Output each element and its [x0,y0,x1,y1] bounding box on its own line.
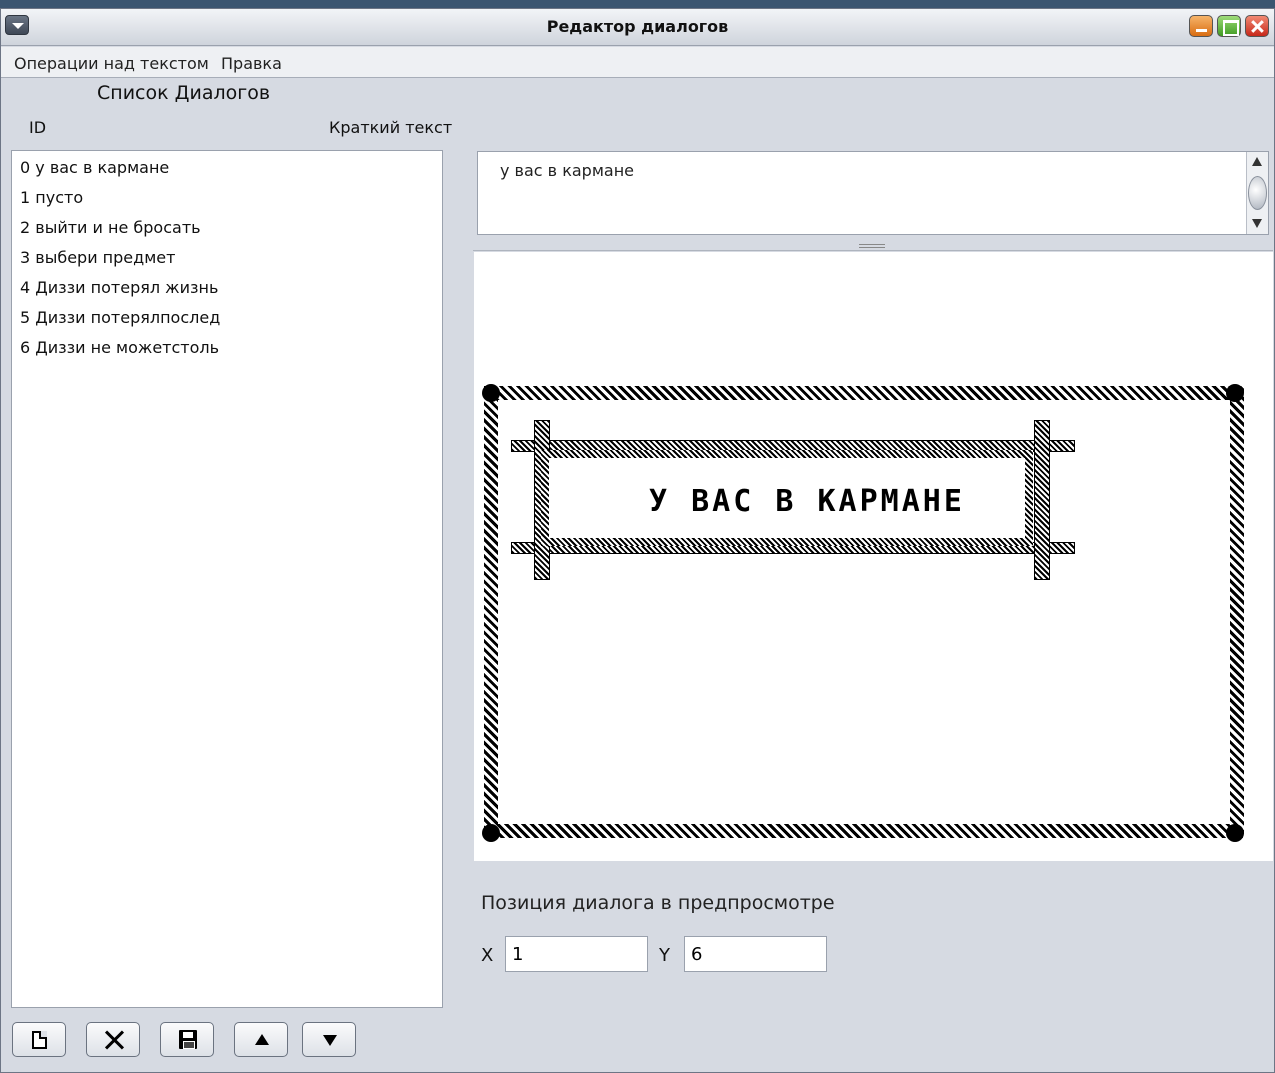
split-pane-divider[interactable] [473,241,1273,251]
frame-corner-icon [482,824,500,842]
new-document-icon [32,1031,47,1049]
move-down-button[interactable] [302,1022,356,1057]
frame-corner-icon [1226,824,1244,842]
dialog-list[interactable]: 0 у вас в кармане 1 пусто 2 выйти и не б… [11,150,443,1008]
menu-edit[interactable]: Правка [221,54,282,73]
y-position-input[interactable] [684,936,827,972]
splitter-grip-icon[interactable] [859,244,885,248]
frame-corner-icon [1226,384,1244,402]
dialog-text-value: у вас в кармане [500,161,634,180]
delete-dialog-button[interactable] [86,1022,140,1057]
dialog-text-editor[interactable]: у вас в кармане [477,151,1269,235]
y-label: Y [659,945,670,966]
arrow-up-icon [255,1034,269,1045]
column-header-short-text: Краткий текст [329,118,453,137]
list-item[interactable]: 2 выйти и не бросать [20,216,430,240]
title-bar[interactable]: Редактор диалогов [1,9,1274,46]
scroll-up-icon[interactable] [1252,157,1262,166]
list-item[interactable]: 5 Диззи потерялпослед [20,306,430,330]
list-item[interactable]: 3 выбери предмет [20,246,430,270]
delete-icon [104,1028,124,1050]
list-item[interactable]: 6 Диззи не можетстоль [20,336,430,360]
frame-corner-icon [482,384,500,402]
inner-frame-right-post [1034,420,1050,580]
scroll-thumb[interactable] [1248,176,1267,210]
list-item[interactable]: 1 пусто [20,186,430,210]
list-item[interactable]: 4 Диззи потерял жизнь [20,276,430,300]
preview-dialog-text: У ВАС В КАРМАНЕ [649,484,965,519]
dialog-editor-window: Редактор диалогов Операции над текстом П… [0,8,1275,1073]
window-title: Редактор диалогов [546,17,729,36]
arrow-down-icon [323,1035,337,1046]
save-button[interactable] [160,1022,214,1057]
scroll-down-icon[interactable] [1252,219,1262,228]
list-item[interactable]: 0 у вас в кармане [20,156,430,180]
close-icon[interactable] [1245,15,1269,37]
dialog-list-title: Список Диалогов [97,82,271,104]
menu-bar: Операции над текстом Правка [1,47,1274,78]
x-position-input[interactable] [505,936,648,972]
maximize-icon[interactable] [1217,15,1241,37]
preview-position-title: Позиция диалога в предпросмотре [481,892,835,914]
dialog-preview: У ВАС В КАРМАНЕ [474,252,1273,861]
editor-scrollbar[interactable] [1246,152,1268,234]
column-header-id: ID [29,118,47,137]
minimize-icon[interactable] [1189,15,1213,37]
new-dialog-button[interactable] [12,1022,66,1057]
save-icon [179,1030,197,1049]
menu-text-operations[interactable]: Операции над текстом [14,54,209,73]
x-label: X [481,945,494,966]
move-up-button[interactable] [234,1022,288,1057]
